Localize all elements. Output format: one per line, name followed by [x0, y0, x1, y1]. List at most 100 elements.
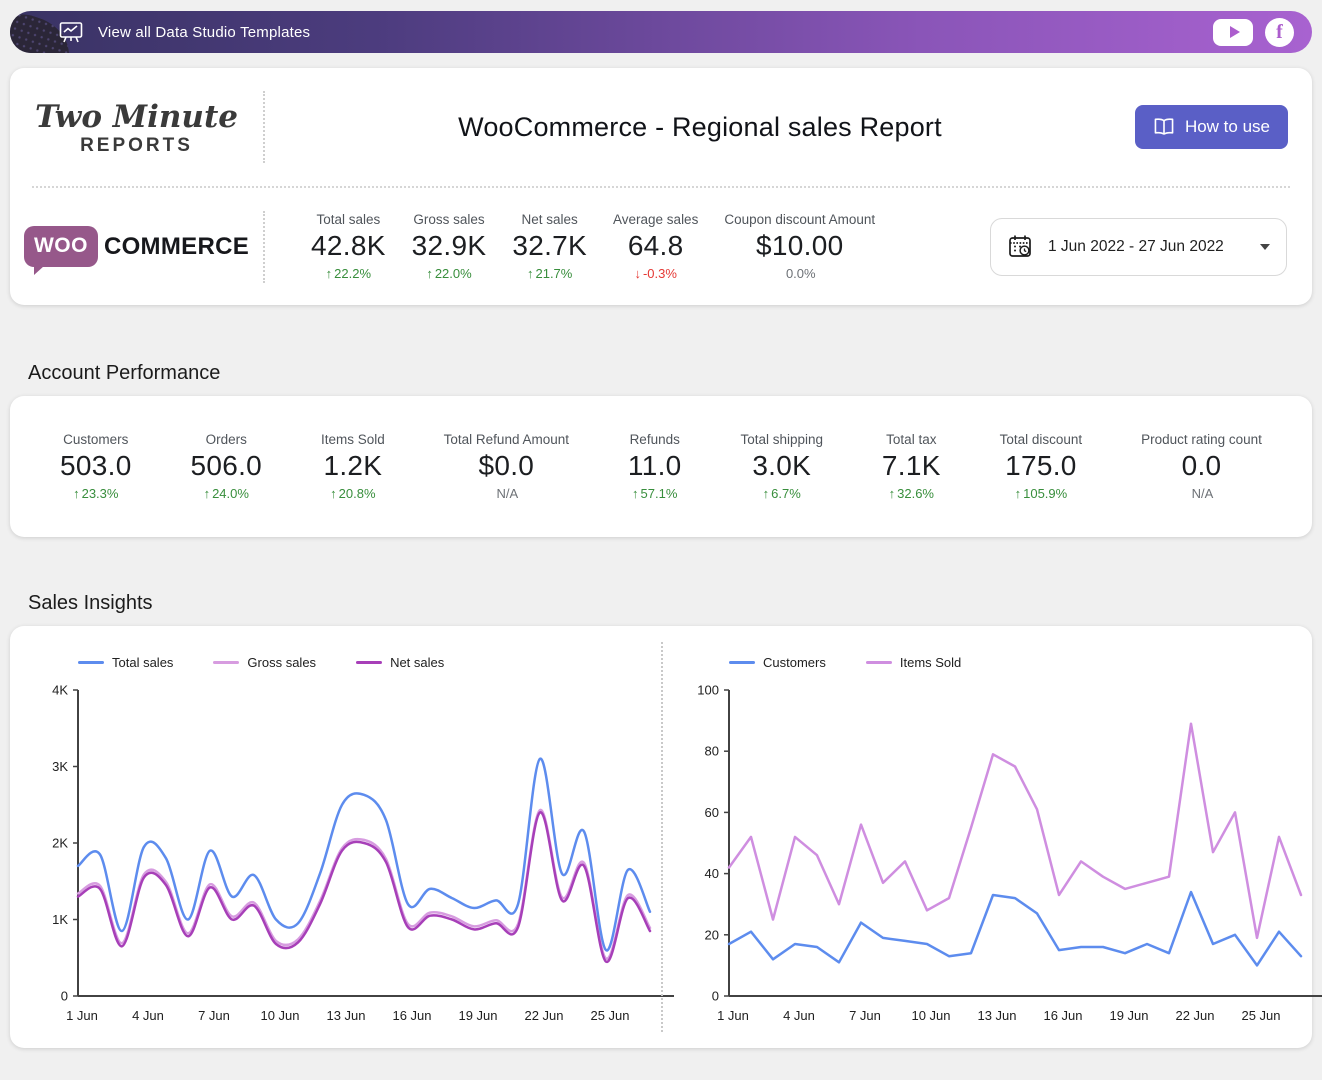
svg-text:10 Jun: 10 Jun — [260, 1008, 299, 1023]
arrow-icon: ↑ — [632, 486, 639, 501]
svg-text:25 Jun: 25 Jun — [590, 1008, 629, 1023]
account-performance-card: Customers 503.0 ↑23.3% Orders 506.0 ↑24.… — [10, 396, 1312, 537]
metric: Refunds 11.0 ↑57.1% — [628, 432, 682, 501]
kpi-row: Total sales 42.8K ↑22.2% Gross sales 32.… — [265, 212, 990, 281]
svg-text:60: 60 — [705, 805, 719, 820]
arrow-icon: ↑ — [330, 486, 337, 501]
legend-item: Customers — [729, 655, 826, 670]
svg-text:0: 0 — [712, 989, 719, 1004]
svg-text:1K: 1K — [52, 912, 68, 927]
metric: Total tax 7.1K ↑32.6% — [882, 432, 941, 501]
date-range-value: 1 Jun 2022 - 27 Jun 2022 — [1048, 238, 1224, 256]
chart-legend: Customers Items Sold — [729, 652, 1312, 672]
metric-delta: ↓-0.3% — [613, 266, 698, 281]
legend-item: Items Sold — [866, 655, 961, 670]
metric-label: Items Sold — [321, 432, 385, 447]
metric-delta: ↑21.7% — [512, 266, 587, 281]
svg-text:20: 20 — [705, 927, 719, 942]
metric-value: 11.0 — [628, 450, 682, 482]
metric-delta: ↑57.1% — [628, 486, 682, 501]
metric-value: 7.1K — [882, 450, 941, 482]
arrow-icon: ↑ — [889, 486, 896, 501]
metric-delta: ↑22.2% — [311, 266, 386, 281]
legend-item: Gross sales — [213, 655, 316, 670]
svg-text:80: 80 — [705, 744, 719, 759]
svg-text:13 Jun: 13 Jun — [326, 1008, 365, 1023]
svg-text:13 Jun: 13 Jun — [977, 1008, 1016, 1023]
sales-insights-heading: Sales Insights — [28, 537, 1322, 615]
svg-text:0: 0 — [61, 989, 68, 1004]
legend-swatch — [356, 661, 382, 664]
logo-sub-text: REPORTS — [10, 135, 263, 157]
metric-label: Gross sales — [412, 212, 487, 227]
metric-value: $10.00 — [724, 230, 875, 262]
calendar-clock-icon — [1007, 233, 1034, 260]
metric-value: 0.0 — [1141, 450, 1262, 482]
how-to-use-label: How to use — [1185, 117, 1270, 137]
svg-text:4 Jun: 4 Jun — [783, 1008, 815, 1023]
top-banner[interactable]: View all Data Studio Templates f — [10, 11, 1312, 53]
metric: Items Sold 1.2K ↑20.8% — [321, 432, 385, 501]
metric-label: Total tax — [882, 432, 941, 447]
metric-label: Orders — [190, 432, 262, 447]
metric-delta: ↑6.7% — [740, 486, 823, 501]
metric-label: Average sales — [613, 212, 698, 227]
metric-delta: ↑32.6% — [882, 486, 941, 501]
legend-item: Total sales — [78, 655, 173, 670]
legend-item: Net sales — [356, 655, 444, 670]
customers-line-chart: 0204060801001 Jun4 Jun7 Jun10 Jun13 Jun1… — [681, 678, 1322, 1034]
metric-value: $0.0 — [444, 450, 569, 482]
date-range-selector[interactable]: 1 Jun 2022 - 27 Jun 2022 — [990, 218, 1287, 276]
legend-swatch — [78, 661, 104, 664]
legend-swatch — [866, 661, 892, 664]
arrow-icon: ↓ — [634, 266, 641, 281]
metric-value: 64.8 — [613, 230, 698, 262]
youtube-icon[interactable] — [1213, 19, 1253, 46]
metric: Customers 503.0 ↑23.3% — [60, 432, 132, 501]
facebook-icon[interactable]: f — [1265, 18, 1294, 47]
metric-delta: ↑23.3% — [60, 486, 132, 501]
metric-value: 32.7K — [512, 230, 587, 262]
svg-text:4 Jun: 4 Jun — [132, 1008, 164, 1023]
presentation-chart-icon — [58, 19, 84, 45]
svg-text:10 Jun: 10 Jun — [911, 1008, 950, 1023]
metric-delta: ↑22.0% — [412, 266, 487, 281]
metric-label: Total sales — [311, 212, 386, 227]
legend-swatch — [213, 661, 239, 664]
woo-bubble: WOO — [24, 226, 98, 267]
sales-line-chart: 01K2K3K4K1 Jun4 Jun7 Jun10 Jun13 Jun16 J… — [30, 678, 680, 1034]
how-to-use-button[interactable]: How to use — [1135, 105, 1288, 149]
sales-insights-card: Total salesGross salesNet sales 01K2K3K4… — [10, 626, 1312, 1048]
metric-value: 503.0 — [60, 450, 132, 482]
metric-delta: N/A — [444, 486, 569, 501]
metric-label: Coupon discount Amount — [724, 212, 875, 227]
banner-label: View all Data Studio Templates — [98, 24, 310, 41]
svg-text:4K: 4K — [52, 683, 68, 698]
metric-delta: ↑24.0% — [190, 486, 262, 501]
metric-value: 32.9K — [412, 230, 487, 262]
metric-value: 3.0K — [740, 450, 823, 482]
metric-label: Product rating count — [1141, 432, 1262, 447]
sales-chart-panel: Total salesGross salesNet sales 01K2K3K4… — [10, 626, 661, 1048]
svg-text:3K: 3K — [52, 759, 68, 774]
metric-delta: ↑105.9% — [1000, 486, 1083, 501]
arrow-icon: ↑ — [1015, 486, 1022, 501]
svg-text:16 Jun: 16 Jun — [1043, 1008, 1082, 1023]
caret-down-icon — [1260, 244, 1270, 250]
metric-value: 506.0 — [190, 450, 262, 482]
metric-label: Net sales — [512, 212, 587, 227]
svg-text:19 Jun: 19 Jun — [1109, 1008, 1148, 1023]
svg-text:16 Jun: 16 Jun — [392, 1008, 431, 1023]
customers-chart-panel: CustomersItems Sold 0204060801001 Jun4 J… — [661, 626, 1312, 1048]
woocommerce-logo: WOO COMMERCE — [10, 226, 263, 267]
arrow-icon: ↑ — [763, 486, 770, 501]
arrow-icon: ↑ — [204, 486, 211, 501]
metric: Total discount 175.0 ↑105.9% — [1000, 432, 1083, 501]
metric-value: 1.2K — [321, 450, 385, 482]
metric-label: Refunds — [628, 432, 682, 447]
svg-text:22 Jun: 22 Jun — [524, 1008, 563, 1023]
metric: Coupon discount Amount $10.00 0.0% — [724, 212, 875, 281]
metric-label: Total discount — [1000, 432, 1083, 447]
woo-wordmark: COMMERCE — [104, 233, 249, 261]
arrow-icon: ↑ — [73, 486, 80, 501]
